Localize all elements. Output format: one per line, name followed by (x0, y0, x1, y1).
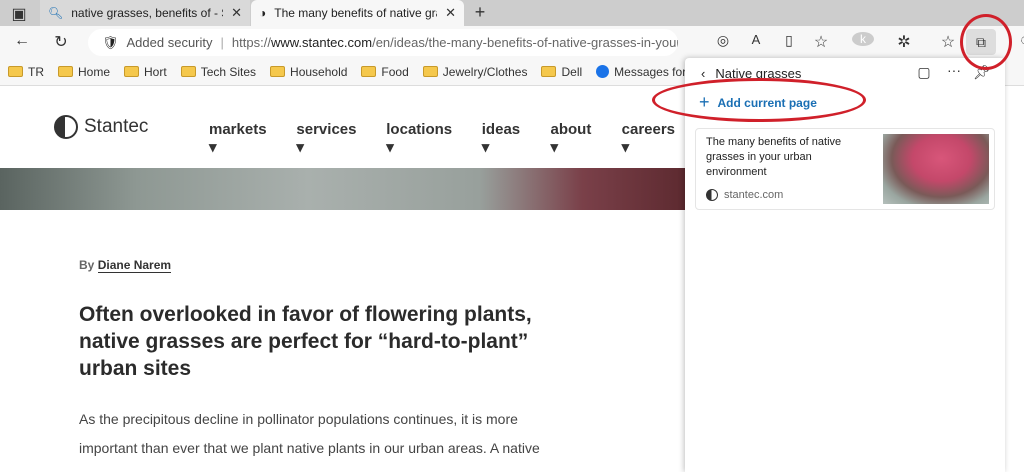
bookmark-food[interactable]: Food (361, 65, 409, 79)
thumbnail-image (883, 134, 989, 204)
article-body: As the precipitous decline in pollinator… (79, 411, 540, 456)
refresh-icon[interactable]: ↻ (50, 32, 72, 52)
byline: By Diane Narem (79, 258, 172, 273)
stantec-logo-icon (54, 115, 78, 139)
tracking-icon[interactable]: ◎ (712, 32, 734, 49)
bookmark-jewelry[interactable]: Jewelry/Clothes (422, 65, 527, 79)
annotation-circle (960, 14, 1012, 70)
immersive-reader-icon[interactable]: ▯ (778, 32, 800, 49)
folder-icon (180, 66, 196, 77)
nav-about[interactable]: about ▾ (551, 121, 602, 156)
extension-icon[interactable]: k (852, 32, 874, 46)
address-bar[interactable]: 🛡︎ Added security | https://www.stantec.… (88, 29, 678, 56)
back-icon[interactable]: ← (11, 32, 33, 50)
stantec-icon: ◑ (259, 6, 267, 20)
nav-markets[interactable]: markets ▾ (209, 121, 276, 156)
search-icon: 🔍︎ (48, 6, 64, 20)
folder-icon (361, 66, 377, 77)
site-nav: markets ▾ services ▾ locations ▾ ideas ▾… (209, 121, 685, 156)
new-tab-button[interactable]: + (469, 2, 491, 23)
nav-careers[interactable]: careers ▾ (622, 121, 685, 156)
annotation-ellipse (652, 78, 866, 122)
folder-icon (124, 66, 140, 77)
nav-ideas[interactable]: ideas ▾ (482, 121, 531, 156)
close-tab-icon[interactable]: ✕ (231, 5, 242, 21)
folder-icon (541, 66, 557, 77)
tab-search[interactable]: 🔍︎ native grasses, benefits of - Search … (40, 0, 250, 26)
add-favorite-icon[interactable]: ☆ (810, 32, 832, 52)
hero-image (0, 168, 685, 210)
favorites-icon[interactable]: ☆ (937, 32, 959, 52)
back-icon[interactable]: ‹ (701, 66, 705, 81)
stantec-icon (706, 189, 718, 201)
read-aloud-icon[interactable]: A (745, 32, 767, 47)
tab-actions-icon[interactable]: ▣ (8, 4, 30, 24)
bookmark-dell[interactable]: Dell (541, 65, 582, 79)
bookmark-hort[interactable]: Hort (124, 65, 167, 79)
toolbar: ← ↻ 🛡︎ Added security | https://www.stan… (0, 26, 1024, 58)
more-options-icon[interactable]: ··· (943, 62, 965, 78)
tab-strip: ▣ 🔍︎ native grasses, benefits of - Searc… (0, 0, 1024, 26)
web-page: Stantec markets ▾ services ▾ locations ▾… (0, 87, 685, 472)
folder-icon (422, 66, 438, 77)
bookmark-home[interactable]: Home (58, 65, 110, 79)
author-link[interactable]: Diane Narem (97, 258, 172, 273)
note-icon[interactable]: ▢ (913, 64, 935, 81)
folder-icon (8, 66, 23, 77)
more-icon[interactable]: ◌ (1014, 32, 1024, 50)
url-text: https://www.stantec.com/en/ideas/the-man… (231, 35, 678, 50)
bookmark-tech-sites[interactable]: Tech Sites (180, 65, 256, 79)
bookmark-tr[interactable]: TR (8, 65, 44, 79)
nav-locations[interactable]: locations ▾ (386, 121, 462, 156)
folder-icon (58, 66, 73, 77)
folder-icon (270, 66, 286, 77)
shield-icon: 🛡︎ (102, 34, 119, 50)
article-headline: Often overlooked in favor of flowering p… (79, 303, 532, 380)
stantec-logo[interactable]: Stantec (54, 115, 148, 139)
collection-item[interactable]: The many benefits of native grasses in y… (695, 128, 995, 210)
nav-services[interactable]: services ▾ (296, 121, 366, 156)
close-tab-icon[interactable]: ✕ (445, 5, 456, 21)
tab-stantec[interactable]: ◑ The many benefits of native grasses ✕ (251, 0, 464, 26)
messages-icon (596, 65, 610, 78)
bookmark-household[interactable]: Household (270, 65, 347, 79)
extensions-icon[interactable]: ✲ (893, 32, 915, 52)
